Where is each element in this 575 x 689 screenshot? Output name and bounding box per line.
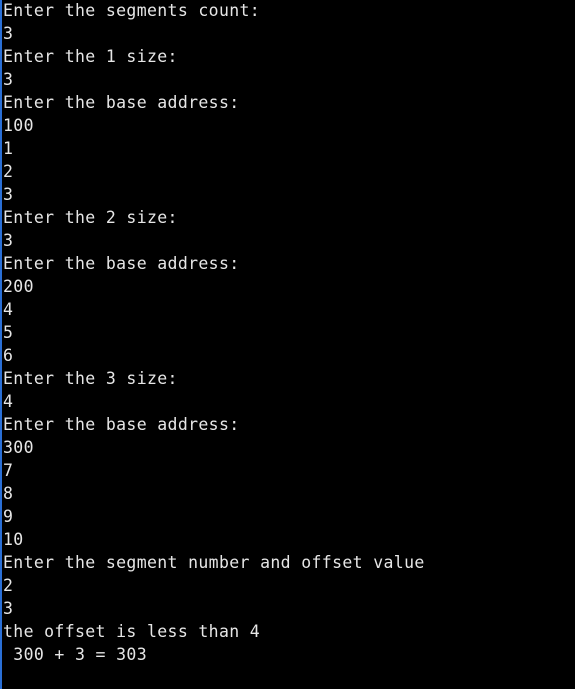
console-line: 9 xyxy=(3,507,14,526)
console-line: 3 xyxy=(3,231,14,250)
console-line: 200 xyxy=(3,277,34,296)
console-line: Enter the segments count: xyxy=(3,1,261,20)
console-line: Enter the base address: xyxy=(3,254,240,273)
console-line: 300 + 3 = 303 xyxy=(3,645,147,664)
console-line: 7 xyxy=(3,461,14,480)
console-line: 8 xyxy=(3,484,14,503)
console-line: Enter the segment number and offset valu… xyxy=(3,553,425,572)
window-left-edge xyxy=(0,0,2,689)
console-line: 3 xyxy=(3,599,14,618)
console-line: 10 xyxy=(3,530,24,549)
console-line: Enter the 3 size: xyxy=(3,369,178,388)
console-line: the offset is less than 4 xyxy=(3,622,261,641)
console-line: Enter the base address: xyxy=(3,415,240,434)
console-line: Enter the 1 size: xyxy=(3,47,178,66)
console-line: 6 xyxy=(3,346,14,365)
console-line: 2 xyxy=(3,162,14,181)
console-output: Enter the segments count: 3 Enter the 1 … xyxy=(3,0,425,666)
console-line: 2 xyxy=(3,576,14,595)
console-line: 3 xyxy=(3,70,14,89)
console-line: 300 xyxy=(3,438,34,457)
console-line: 5 xyxy=(3,323,14,342)
console-line: 3 xyxy=(3,24,14,43)
console-line: 1 xyxy=(3,139,14,158)
console-line: 4 xyxy=(3,300,14,319)
console-line: Enter the base address: xyxy=(3,93,240,112)
console-line: 4 xyxy=(3,392,14,411)
console-line: 100 xyxy=(3,116,34,135)
console-line: Enter the 2 size: xyxy=(3,208,178,227)
console-line: 3 xyxy=(3,185,14,204)
console-window[interactable]: Enter the segments count: 3 Enter the 1 … xyxy=(0,0,575,689)
